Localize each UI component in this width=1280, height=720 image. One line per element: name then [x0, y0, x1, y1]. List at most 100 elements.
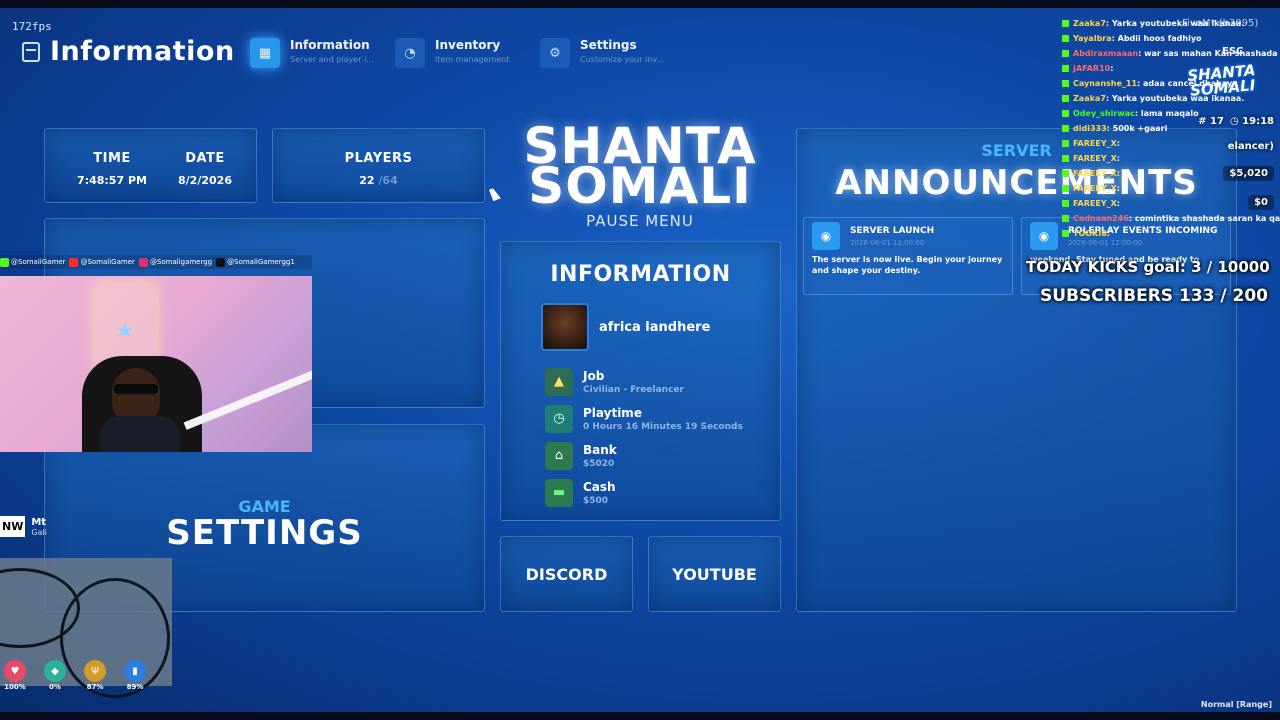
- grid-icon: ▦: [250, 38, 280, 68]
- kicks-goal: TODAY KICKS goal: 3 / 10000: [1026, 258, 1270, 276]
- nav-label: Information: [290, 38, 370, 52]
- settings-title: SETTINGS: [166, 513, 363, 553]
- stat-bank: ⌂ Bank $5020: [545, 437, 780, 474]
- time-label: TIME: [93, 151, 131, 166]
- hud-value: 87%: [86, 683, 104, 691]
- announcement-body: The server is now live. Begin your journ…: [812, 255, 1003, 275]
- time-block: TIME 7:48:57 PM: [77, 151, 147, 187]
- cash-hud: $0: [1182, 195, 1274, 210]
- broadcast-icon: ◉: [812, 222, 840, 250]
- top-nav: ▦ Information Server and player i... ◔ I…: [250, 38, 665, 68]
- badge-icon: [1062, 20, 1069, 27]
- date-label: DATE: [185, 151, 225, 166]
- hud-health: ♥ 100%: [4, 660, 26, 691]
- avatar: [541, 303, 589, 351]
- stat-label: Cash: [583, 479, 616, 494]
- job-icon: ▲: [545, 367, 573, 396]
- hud-thirst: ▮ 89%: [124, 660, 146, 691]
- time-value: 7:48:57 PM: [77, 174, 147, 187]
- stat-value: Civilian - Freelancer: [583, 384, 684, 395]
- instagram-icon: [138, 257, 148, 267]
- players-current: 22: [359, 174, 375, 187]
- date-value: 8/2/2026: [178, 174, 232, 187]
- chat-message: Caynanshe_11: adaa cancel dhahay: [1062, 76, 1280, 91]
- clock-hud: ◷ 19:18: [1229, 116, 1274, 127]
- youtube-icon: [69, 257, 79, 267]
- gear-icon: ⚙: [540, 38, 570, 68]
- discord-button[interactable]: DISCORD: [500, 536, 633, 612]
- fps-counter: 172fps: [12, 20, 52, 33]
- stat-playtime: ◷ Playtime 0 Hours 16 Minutes 19 Seconds: [545, 400, 780, 437]
- information-panel: INFORMATION africa landhere ▲ Job Civili…: [500, 241, 781, 521]
- hud-value: 89%: [126, 683, 144, 691]
- hud-hunger: Ψ 87%: [84, 660, 106, 691]
- hud-armor: ◆ 0%: [44, 660, 66, 691]
- street-name: Mt: [31, 516, 47, 528]
- date-block: DATE 8/2/2026: [173, 151, 237, 187]
- water-icon: ▮: [124, 660, 146, 682]
- players-max: /64: [378, 174, 398, 187]
- food-icon: Ψ: [84, 660, 106, 682]
- announcement-date: 2026-06-01 12:00:00: [850, 239, 925, 247]
- announcement-card[interactable]: ◉ SERVER LAUNCH 2026-06-01 12:00:00 The …: [803, 217, 1013, 295]
- information-title: INFORMATION: [550, 262, 731, 287]
- player-stats: ▲ Job Civilian - Freelancer ◷ Playtime 0…: [545, 363, 780, 511]
- webcam-overlay: ★: [0, 276, 312, 452]
- chat-message: Yayalbra: Abdii hoos fadhiyo: [1062, 31, 1280, 46]
- streamer-body: [100, 416, 180, 452]
- badge-icon: [1062, 110, 1069, 117]
- badge-icon: [1062, 95, 1069, 102]
- hud-value: 100%: [4, 683, 26, 691]
- players-label: PLAYERS: [344, 151, 413, 166]
- kick-icon: [0, 257, 9, 267]
- stat-label: Playtime: [583, 405, 642, 420]
- nav-inventory[interactable]: ◔ Inventory Item management: [395, 38, 520, 68]
- subscriber-goal: SUBSCRIBERS 133 / 200: [1040, 286, 1268, 306]
- player-count-hud: # 17: [1198, 116, 1224, 127]
- nav-information[interactable]: ▦ Information Server and player i...: [250, 38, 375, 68]
- hud-row-top: # 17 ◷ 19:18: [1182, 116, 1274, 127]
- broadcast-icon: ◉: [1030, 222, 1058, 250]
- badge-icon: [1062, 125, 1069, 132]
- bank-hud: $5,020: [1182, 166, 1274, 181]
- chat-message: TOOKI8:: [1062, 226, 1280, 241]
- badge-icon: [1062, 170, 1069, 177]
- badge-icon: [1062, 215, 1069, 222]
- socials-bar: @SomaliGamer @SomaliGamer @Somaligamergg…: [0, 255, 312, 269]
- chat-message: Zaaka7: Yarka youtubeka waa ikanaa.: [1062, 91, 1280, 106]
- page-title-text: Information: [50, 36, 235, 67]
- badge-icon: [1062, 65, 1069, 72]
- badge-icon: [1062, 200, 1069, 207]
- chat-message: Zaaka7: Yarka youtubeka waa ikanaa.: [1062, 16, 1280, 31]
- players-tile: PLAYERS 22 /64: [272, 128, 485, 203]
- stat-job: ▲ Job Civilian - Freelancer: [545, 363, 780, 400]
- nav-subtitle: Item management: [435, 55, 510, 64]
- hud-value: 0%: [49, 683, 61, 691]
- badge-icon: [1062, 230, 1069, 237]
- time-date-tile: TIME 7:48:57 PM DATE 8/2/2026: [44, 128, 257, 203]
- player-profile: africa landhere: [541, 303, 780, 351]
- badge-icon: [1062, 35, 1069, 42]
- youtube-button[interactable]: YOUTUBE: [648, 536, 781, 612]
- flag-star-icon: ★: [116, 318, 134, 342]
- social-youtube: @SomaliGamer: [69, 257, 135, 267]
- nav-settings[interactable]: ⚙ Settings Customize your inv...: [540, 38, 665, 68]
- cash-icon: ▬: [545, 478, 573, 507]
- heart-icon: ♥: [4, 660, 26, 682]
- brand-line2: SOMALI: [528, 157, 752, 215]
- stat-value: 0 Hours 16 Minutes 19 Seconds: [583, 421, 743, 432]
- sunglasses: [114, 384, 158, 394]
- user-icon: ◔: [395, 38, 425, 68]
- stat-label: Bank: [583, 442, 617, 457]
- server-brand: SHANTA SOMALI PAUSE MENU: [500, 121, 780, 230]
- shield-icon: ◆: [44, 660, 66, 682]
- clock-icon: ◷: [545, 404, 573, 433]
- stat-value: $500: [583, 495, 609, 506]
- nav-subtitle: Customize your inv...: [580, 55, 665, 64]
- page-title: Information: [22, 36, 235, 67]
- social-instagram: @Somaligamergg: [138, 257, 212, 267]
- bank-icon: ⌂: [545, 441, 573, 470]
- chat-message: JAFAR10:: [1062, 61, 1280, 76]
- nav-label: Settings: [580, 38, 637, 52]
- game-screen: 172fps Information ▦ Information Server …: [0, 8, 1280, 712]
